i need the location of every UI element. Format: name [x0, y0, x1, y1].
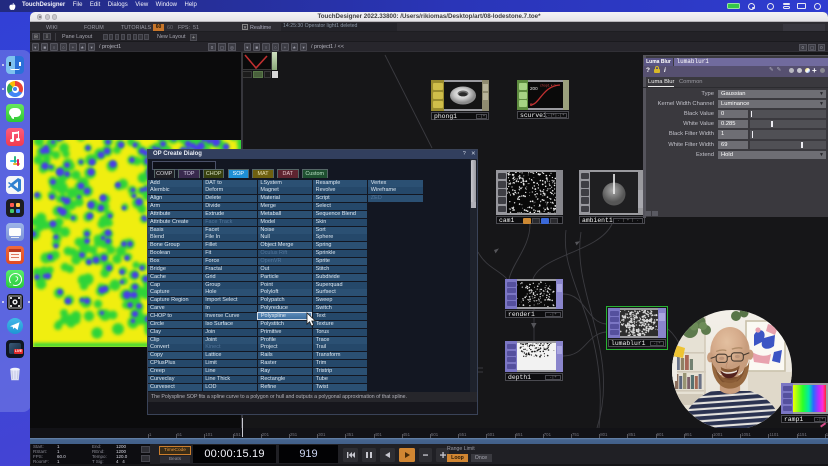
svg-text:0: 0	[530, 102, 533, 107]
svg-text:chop1 ▾ 0: chop1 ▾ 0	[540, 84, 556, 88]
svg-text:200: 200	[530, 86, 538, 91]
